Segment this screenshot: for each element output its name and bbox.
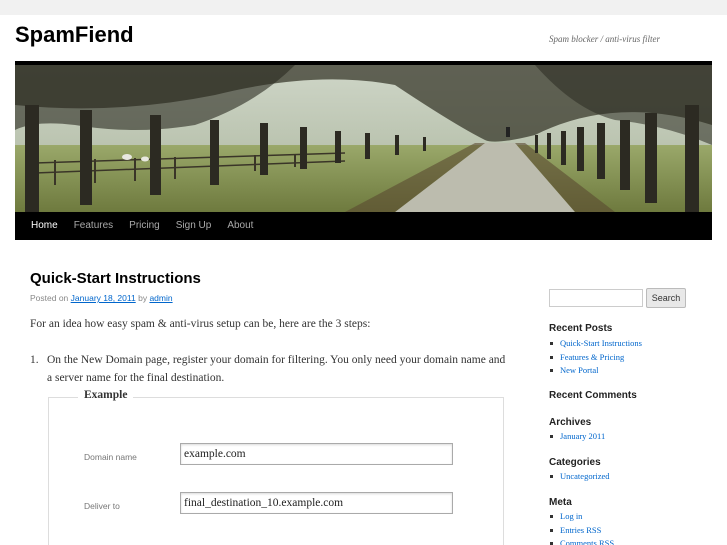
post-meta-prefix: Posted on (30, 293, 69, 303)
post-meta: Posted on January 18, 2011 by admin (30, 293, 510, 303)
meta-link-comments-rss[interactable]: Comments RSS (549, 537, 614, 545)
main-nav: Home Features Pricing Sign Up About (15, 212, 712, 240)
archives-list: January 2011 (549, 430, 605, 444)
recent-post-link[interactable]: Quick-Start Instructions (549, 337, 642, 351)
search-input[interactable] (549, 289, 643, 307)
site-description: Spam blocker / anti-virus filter (549, 34, 660, 44)
archive-link[interactable]: January 2011 (549, 430, 605, 444)
post-meta-by: by (138, 293, 148, 303)
archives-title: Archives (549, 417, 592, 428)
categories-title: Categories (549, 457, 601, 468)
domain-name-label: Domain name (84, 452, 137, 462)
deliver-to-field[interactable]: final_destination_10.example.com (180, 492, 453, 514)
example-fieldset (48, 397, 504, 545)
recent-post-link[interactable]: Features & Pricing (549, 351, 642, 365)
meta-link-entries-rss[interactable]: Entries RSS (549, 524, 614, 538)
post-title[interactable]: Quick-Start Instructions (30, 270, 510, 287)
recent-comments-title: Recent Comments (549, 390, 637, 401)
post-content: Quick-Start Instructions Posted on Janua… (30, 270, 510, 387)
example-legend: Example (78, 389, 134, 401)
post-date-link[interactable]: January 18, 2011 (71, 293, 136, 303)
post-intro: For an idea how easy spam & anti-virus s… (30, 318, 371, 330)
category-link[interactable]: Uncategorized (549, 470, 610, 484)
meta-title: Meta (549, 497, 572, 508)
search-button[interactable]: Search (646, 288, 686, 308)
nav-item-home[interactable]: Home (15, 212, 66, 240)
step-text: On the New Domain page, register your do… (47, 354, 506, 384)
post-author-link[interactable]: admin (149, 293, 172, 303)
recent-posts-title: Recent Posts (549, 323, 613, 334)
meta-list: Log in Entries RSS Comments RSS (549, 510, 614, 545)
meta-link-login[interactable]: Log in (549, 510, 614, 524)
steps-list: 1. On the New Domain page, register your… (30, 351, 510, 387)
header-banner-image (15, 65, 712, 212)
categories-list: Uncategorized (549, 470, 610, 484)
nav-item-features[interactable]: Features (66, 212, 121, 240)
step-number: 1. (30, 354, 39, 366)
nav-item-pricing[interactable]: Pricing (121, 212, 168, 240)
nav-item-sign-up[interactable]: Sign Up (168, 212, 220, 240)
deliver-to-label: Deliver to (84, 501, 120, 511)
site-title[interactable]: SpamFiend (15, 22, 134, 48)
recent-post-link[interactable]: New Portal (549, 364, 642, 378)
recent-posts-list: Quick-Start Instructions Features & Pric… (549, 337, 642, 378)
nav-item-about[interactable]: About (219, 212, 261, 240)
domain-name-field[interactable]: example.com (180, 443, 453, 465)
